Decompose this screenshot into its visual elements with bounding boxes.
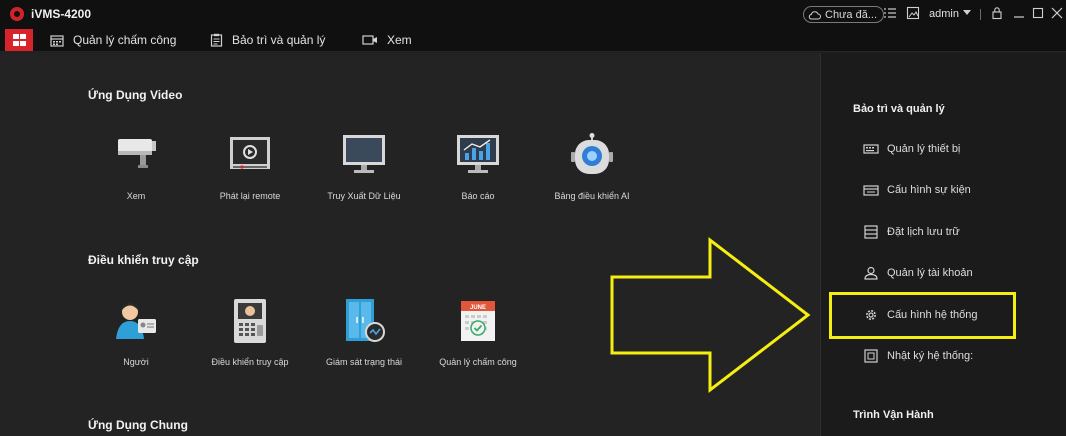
app-status-monitor[interactable]: Giám sát trạng thái	[314, 299, 414, 379]
section-title-access: Điều khiển truy cập	[88, 253, 199, 267]
section-title-video: Ứng Dụng Video	[88, 88, 183, 102]
app-access-control[interactable]: Điều khiển truy cập	[200, 299, 300, 379]
calendar-icon	[50, 34, 64, 47]
log-icon	[864, 349, 878, 363]
rp-item-system-log[interactable]: Nhật ký hệ thống:	[863, 347, 973, 365]
rp-item-device-management[interactable]: Quản lý thiết bị	[863, 140, 960, 158]
menu-item-maintenance[interactable]: Bảo trì và quản lý	[210, 32, 325, 48]
app-person[interactable]: Người	[86, 299, 186, 379]
app-live-view[interactable]: Xem	[86, 133, 186, 213]
menu-item-view[interactable]: Xem	[362, 32, 412, 48]
rp-item-label: Quản lý thiết bị	[887, 143, 961, 155]
grid-cell	[13, 34, 19, 39]
menu-item-label: Quản lý chấm công	[73, 33, 177, 47]
rp-item-label: Đặt lịch lưu trữ	[887, 226, 960, 238]
close-icon[interactable]	[1050, 6, 1064, 20]
rp-item-label: Quản lý tài khoản	[887, 267, 973, 279]
rp-item-account-management[interactable]: Quản lý tài khoản	[863, 264, 973, 282]
playback-icon	[230, 137, 270, 169]
app-logo-icon	[10, 7, 24, 21]
chevron-down-icon[interactable]	[963, 10, 971, 15]
cctv-camera-icon	[118, 139, 156, 168]
monitor-icon	[343, 135, 385, 173]
rp-item-label: Nhật ký hệ thống:	[887, 350, 974, 362]
rp-item-event-config[interactable]: Cấu hình sự kiện	[863, 181, 971, 199]
app-ai-dashboard[interactable]: Bảng điều khiển AI	[542, 133, 642, 213]
report-chart-icon	[457, 135, 499, 173]
maximize-icon[interactable]	[1031, 6, 1045, 20]
cloud-icon	[808, 10, 821, 19]
user-icon	[864, 266, 878, 280]
menu-item-label: Bảo trì và quản lý	[232, 33, 326, 47]
right-panel: Bảo trì và quản lý Quản lý thiết bị Cấu …	[820, 53, 1066, 436]
grid-cell	[20, 41, 26, 46]
app-attendance[interactable]: JUNE Quản lý chấm công	[428, 299, 528, 379]
menu-bar: Quản lý chấm công Bảo trì và quản lý Xem	[0, 28, 1066, 52]
app-title: iVMS-4200	[31, 7, 92, 21]
rp-item-label: Cấu hình sự kiện	[887, 184, 971, 196]
right-panel-footer-title: Trình Vận Hành	[853, 409, 934, 421]
menu-item-label: Xem	[387, 33, 412, 47]
section-title-common: Ứng Dụng Chung	[88, 418, 188, 432]
app-data-retrieval[interactable]: Truy Xuất Dữ Liệu	[314, 133, 414, 213]
cloud-status-text: Chưa đă...	[825, 8, 878, 21]
person-card-icon	[116, 303, 156, 339]
image-icon[interactable]	[906, 6, 920, 20]
cloud-status-button[interactable]: Chưa đă...	[803, 6, 885, 23]
event-icon	[863, 185, 879, 196]
clipboard-icon	[210, 33, 223, 47]
app-label: Bảng điều khiển AI	[554, 191, 630, 201]
intercom-icon	[234, 299, 266, 343]
camera-icon	[362, 35, 377, 45]
app-label: Quản lý chấm công	[439, 357, 517, 367]
grid-cell	[13, 41, 19, 46]
door-monitor-icon	[346, 299, 385, 342]
main-panel: Ứng Dụng Video Xem Phát lại remote Truy …	[0, 53, 820, 436]
separator	[980, 9, 981, 20]
home-grid-button[interactable]	[5, 29, 33, 51]
list-menu-icon[interactable]	[883, 6, 897, 20]
rp-item-storage-schedule[interactable]: Đặt lịch lưu trữ	[863, 223, 960, 241]
attendance-calendar-icon: JUNE	[461, 301, 495, 341]
storage-icon	[864, 225, 878, 239]
highlight-box	[829, 292, 1016, 339]
title-bar: iVMS-4200 Chưa đă... admin	[0, 0, 1066, 28]
calendar-badge-text: JUNE	[470, 305, 486, 311]
lock-icon[interactable]	[990, 6, 1004, 20]
right-panel-title: Bảo trì và quản lý	[853, 103, 945, 115]
minimize-icon[interactable]	[1012, 6, 1026, 20]
ai-robot-icon	[571, 133, 613, 174]
app-report[interactable]: Báo cáo	[428, 133, 528, 213]
app-remote-playback[interactable]: Phát lại remote	[200, 133, 300, 213]
grid-cell	[20, 34, 26, 39]
device-icon	[863, 144, 879, 154]
menu-item-attendance[interactable]: Quản lý chấm công	[50, 32, 176, 48]
user-menu[interactable]: admin	[929, 8, 959, 20]
